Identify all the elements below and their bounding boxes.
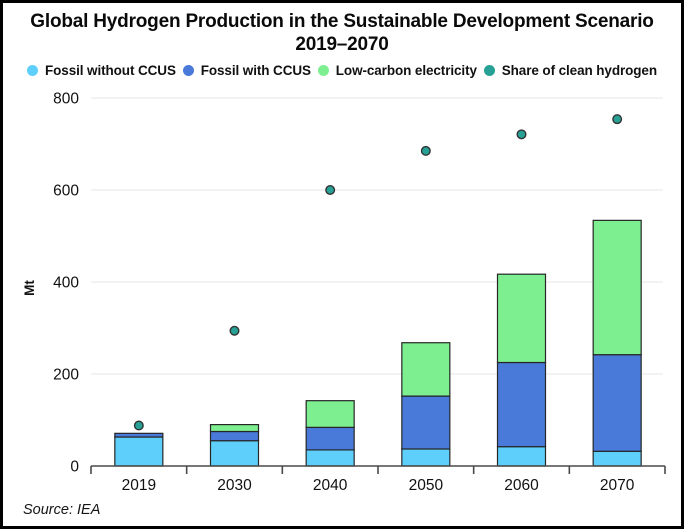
bar-segment xyxy=(211,441,259,466)
x-axis-tick-label: 2030 xyxy=(217,477,252,493)
share-of-clean-hydrogen-dot xyxy=(517,130,526,139)
share-of-clean-hydrogen-dot xyxy=(326,186,335,195)
share-of-clean-hydrogen-dot xyxy=(422,147,431,156)
bar-segment xyxy=(593,451,641,466)
legend-label: Fossil without CCUS xyxy=(45,63,176,78)
bar-segment xyxy=(115,437,163,466)
legend-marker-circle-icon xyxy=(183,65,194,76)
share-of-clean-hydrogen-dot xyxy=(135,421,144,430)
x-axis-tick-label: 2050 xyxy=(409,477,444,493)
bar-segment xyxy=(402,396,450,449)
legend-label: Low-carbon electricity xyxy=(336,63,477,78)
bar-segment xyxy=(211,432,259,441)
y-axis-tick-label: 0 xyxy=(70,459,79,476)
chart-subtitle-years: 2019–2070 xyxy=(3,33,681,56)
bar-segment xyxy=(593,220,641,354)
y-axis-tick-label: 800 xyxy=(53,91,79,108)
chart-title-block: Global Hydrogen Production in the Sustai… xyxy=(3,10,681,56)
chart-plot-area: 0 200 400 600 800 Mt 2019 2030 2040 2050 2060 2070 xyxy=(3,88,684,493)
bar-segment xyxy=(402,343,450,396)
bar-segment xyxy=(498,447,546,466)
chart-svg: 0 200 400 600 800 Mt 2019 2030 2040 2050 2060 2070 xyxy=(3,88,684,493)
legend: Fossil without CCUS Fossil with CCUS Low… xyxy=(3,63,681,78)
bar-segment xyxy=(306,401,354,428)
bar-segment xyxy=(306,427,354,450)
y-axis-tick-label: 400 xyxy=(53,275,79,292)
bar-segment xyxy=(498,274,546,362)
bar-segment xyxy=(115,433,163,437)
y-axis-title: Mt xyxy=(22,280,37,296)
bar-segment xyxy=(402,449,450,466)
source-attribution: Source: IEA xyxy=(23,502,100,518)
x-axis-tick-label: 2070 xyxy=(600,477,635,493)
legend-label: Fossil with CCUS xyxy=(201,63,311,78)
legend-item-fossil-without-ccus: Fossil without CCUS xyxy=(27,63,176,78)
bar-segment xyxy=(498,363,546,447)
bar-segment xyxy=(593,355,641,452)
legend-item-low-carbon-electricity: Low-carbon electricity xyxy=(318,63,477,78)
share-of-clean-hydrogen-dot xyxy=(230,326,239,335)
share-of-clean-hydrogen-dot xyxy=(613,115,622,124)
y-axis-tick-label: 200 xyxy=(53,367,79,384)
chart-title: Global Hydrogen Production in the Sustai… xyxy=(3,10,681,33)
legend-marker-circle-icon xyxy=(484,65,495,76)
bar-segment xyxy=(211,425,259,432)
x-axis-tick-label: 2040 xyxy=(313,477,348,493)
chart-figure-frame: Global Hydrogen Production in the Sustai… xyxy=(0,0,684,529)
x-axis-tick-label: 2019 xyxy=(122,477,156,493)
legend-marker-circle-icon xyxy=(27,65,38,76)
bar-segment xyxy=(306,450,354,466)
legend-marker-circle-icon xyxy=(318,65,329,76)
legend-item-fossil-with-ccus: Fossil with CCUS xyxy=(183,63,311,78)
legend-label: Share of clean hydrogen xyxy=(502,63,657,78)
legend-item-share-of-clean-hydrogen: Share of clean hydrogen xyxy=(484,63,657,78)
y-axis-tick-label: 600 xyxy=(53,183,79,200)
x-axis-tick-label: 2060 xyxy=(504,477,539,493)
